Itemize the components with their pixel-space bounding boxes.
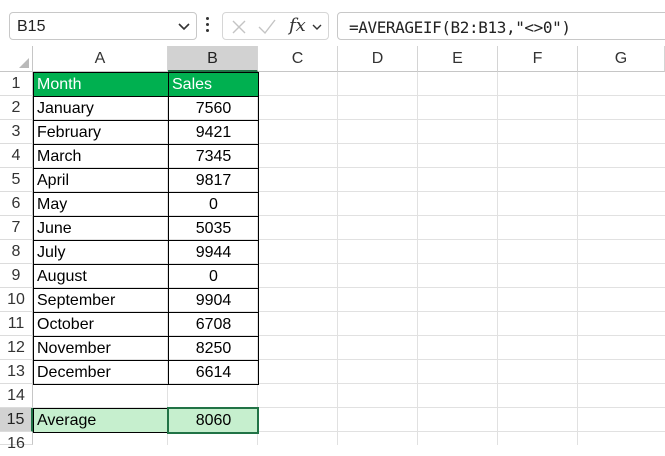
select-all-corner[interactable] bbox=[0, 46, 33, 72]
spreadsheet-grid[interactable]: A B C D E F G 1 2 3 4 5 6 7 8 9 10 11 12… bbox=[0, 46, 665, 452]
cell-a5[interactable]: April bbox=[33, 168, 169, 193]
row-header-2[interactable]: 2 bbox=[0, 96, 33, 120]
row-header-6[interactable]: 6 bbox=[0, 192, 33, 216]
cell-b8[interactable]: 9944 bbox=[168, 240, 259, 265]
cell-b7[interactable]: 5035 bbox=[168, 216, 259, 241]
row-header-16[interactable]: 16 bbox=[0, 432, 33, 452]
column-header-f[interactable]: F bbox=[498, 46, 578, 72]
cell-a8[interactable]: July bbox=[33, 240, 169, 265]
cell-b6[interactable]: 0 bbox=[168, 192, 259, 217]
cell-b15[interactable]: 8060 bbox=[168, 408, 259, 433]
cell-b5[interactable]: 9817 bbox=[168, 168, 259, 193]
cancel-icon[interactable] bbox=[230, 18, 248, 36]
row-header-10[interactable]: 10 bbox=[0, 288, 33, 312]
cell-a12[interactable]: November bbox=[33, 336, 169, 361]
formula-input[interactable]: =AVERAGEIF(B2:B13,"<>0") bbox=[337, 12, 665, 40]
cell-a13[interactable]: December bbox=[33, 360, 169, 385]
cell-b13[interactable]: 6614 bbox=[168, 360, 259, 385]
cell-b9[interactable]: 0 bbox=[168, 264, 259, 289]
name-box-value: B15 bbox=[17, 18, 46, 35]
row-header-14[interactable]: 14 bbox=[0, 384, 33, 408]
chevron-down-icon[interactable] bbox=[177, 19, 191, 33]
cell-b12[interactable]: 8250 bbox=[168, 336, 259, 361]
row-header-4[interactable]: 4 bbox=[0, 144, 33, 168]
more-options-icon[interactable] bbox=[206, 17, 209, 34]
cell-a9[interactable]: August bbox=[33, 264, 169, 289]
cell-b10[interactable]: 9904 bbox=[168, 288, 259, 313]
column-header-e[interactable]: E bbox=[418, 46, 498, 72]
insert-function-icon[interactable]: fx bbox=[289, 15, 306, 36]
row-header-11[interactable]: 11 bbox=[0, 312, 33, 336]
cell-a10[interactable]: September bbox=[33, 288, 169, 313]
row-header-9[interactable]: 9 bbox=[0, 264, 33, 288]
column-header-b[interactable]: B bbox=[168, 46, 258, 72]
cell-b11[interactable]: 6708 bbox=[168, 312, 259, 337]
cell-a11[interactable]: October bbox=[33, 312, 169, 337]
cell-a3[interactable]: February bbox=[33, 120, 169, 145]
row-header-5[interactable]: 5 bbox=[0, 168, 33, 192]
cell-b1[interactable]: Sales bbox=[168, 72, 259, 97]
row-header-3[interactable]: 3 bbox=[0, 120, 33, 144]
cell-a15[interactable]: Average bbox=[33, 408, 169, 433]
row-header-1[interactable]: 1 bbox=[0, 72, 33, 96]
row-header-15[interactable]: 15 bbox=[0, 408, 33, 432]
column-header-c[interactable]: C bbox=[258, 46, 338, 72]
column-header-g[interactable]: G bbox=[578, 46, 665, 72]
row-header-7[interactable]: 7 bbox=[0, 216, 33, 240]
chevron-down-icon[interactable] bbox=[311, 21, 323, 33]
cell-a7[interactable]: June bbox=[33, 216, 169, 241]
formula-text: =AVERAGEIF(B2:B13,"<>0") bbox=[349, 18, 571, 37]
cell-b4[interactable]: 7345 bbox=[168, 144, 259, 169]
formula-controls: fx bbox=[222, 12, 329, 40]
cell-a1[interactable]: Month bbox=[33, 72, 169, 97]
row-header-8[interactable]: 8 bbox=[0, 240, 33, 264]
cell-b2[interactable]: 7560 bbox=[168, 96, 259, 121]
column-header-a[interactable]: A bbox=[33, 46, 168, 72]
cell-b3[interactable]: 9421 bbox=[168, 120, 259, 145]
name-box[interactable]: B15 bbox=[9, 12, 197, 40]
enter-check-icon[interactable] bbox=[257, 18, 277, 36]
row-header-12[interactable]: 12 bbox=[0, 336, 33, 360]
formula-bar: B15 fx =AVERAGEIF(B2:B13,"<>0") bbox=[0, 0, 665, 46]
cell-a4[interactable]: March bbox=[33, 144, 169, 169]
cell-a2[interactable]: January bbox=[33, 96, 169, 121]
cell-a6[interactable]: May bbox=[33, 192, 169, 217]
column-header-d[interactable]: D bbox=[338, 46, 418, 72]
row-header-13[interactable]: 13 bbox=[0, 360, 33, 384]
